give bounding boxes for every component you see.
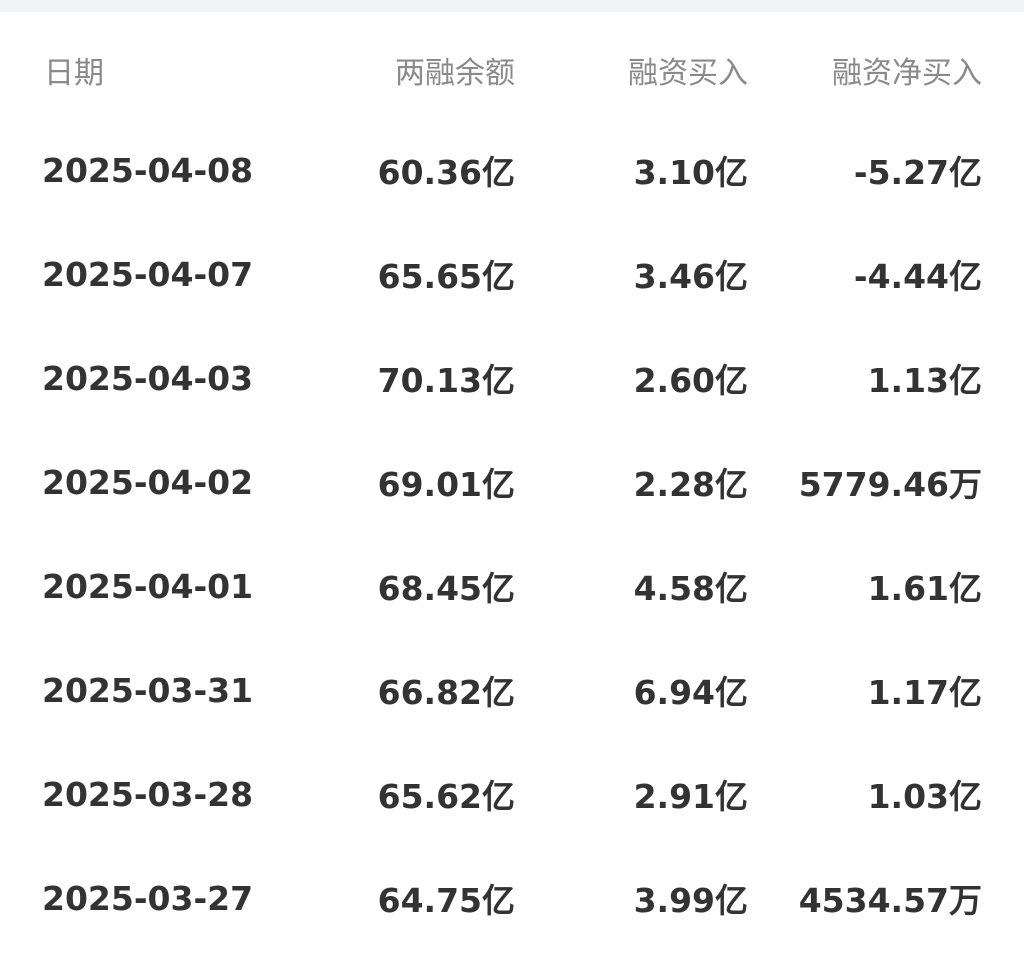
cell-date: 2025-04-02 [42, 462, 254, 502]
cell-balance: 66.82亿 [377, 673, 515, 712]
cell-financing-net-buy: 1.61亿 [867, 569, 982, 608]
cell-financing-net-buy: 1.03亿 [867, 777, 982, 816]
cell-financing-net-buy: 1.13亿 [867, 361, 982, 400]
table-row[interactable]: 2025-04-01 68.45亿 4.58亿 1.61亿 [0, 534, 1024, 638]
table-row[interactable]: 2025-04-07 65.65亿 3.46亿 -4.44亿 [0, 222, 1024, 326]
header-date[interactable]: 日期 [44, 12, 104, 118]
table-header-row: 日期 两融余额 融资买入 融资净买入 [0, 12, 1024, 118]
cell-financing-buy: 2.28亿 [633, 465, 748, 504]
header-financing-net-buy[interactable]: 融资净买入 [832, 12, 982, 118]
cell-financing-buy: 3.10亿 [633, 153, 748, 192]
cell-date: 2025-03-27 [42, 878, 254, 918]
table-row[interactable]: 2025-04-03 70.13亿 2.60亿 1.13亿 [0, 326, 1024, 430]
cell-financing-buy: 3.99亿 [633, 881, 748, 920]
table-row[interactable]: 2025-04-02 69.01亿 2.28亿 5779.46万 [0, 430, 1024, 534]
cell-balance: 69.01亿 [377, 465, 515, 504]
table-row[interactable]: 2025-03-31 66.82亿 6.94亿 1.17亿 [0, 638, 1024, 742]
table-row[interactable]: 2025-03-28 65.62亿 2.91亿 1.03亿 [0, 742, 1024, 846]
cell-date: 2025-04-01 [42, 566, 254, 606]
cell-balance: 70.13亿 [377, 361, 515, 400]
cell-balance: 65.65亿 [377, 257, 515, 296]
cell-financing-net-buy: -4.44亿 [853, 257, 982, 296]
cell-financing-buy: 2.91亿 [633, 777, 748, 816]
cell-date: 2025-04-03 [42, 358, 254, 398]
cell-date: 2025-04-08 [42, 150, 254, 190]
header-balance[interactable]: 两融余额 [395, 12, 515, 118]
cell-financing-net-buy: 1.17亿 [867, 673, 982, 712]
table-row[interactable]: 2025-03-27 64.75亿 3.99亿 4534.57万 [0, 846, 1024, 950]
cell-financing-net-buy: -5.27亿 [853, 153, 982, 192]
cell-balance: 64.75亿 [377, 881, 515, 920]
top-bar [0, 0, 1024, 12]
margin-trading-table: 日期 两融余额 融资买入 融资净买入 2025-04-08 60.36亿 3.1… [0, 12, 1024, 950]
cell-balance: 60.36亿 [377, 153, 515, 192]
cell-date: 2025-03-31 [42, 670, 254, 710]
cell-date: 2025-04-07 [42, 254, 254, 294]
cell-date: 2025-03-28 [42, 774, 254, 814]
cell-balance: 65.62亿 [377, 777, 515, 816]
cell-financing-net-buy: 4534.57万 [798, 881, 982, 920]
cell-financing-buy: 6.94亿 [633, 673, 748, 712]
header-financing-buy[interactable]: 融资买入 [628, 12, 748, 118]
table-row[interactable]: 2025-04-08 60.36亿 3.10亿 -5.27亿 [0, 118, 1024, 222]
cell-financing-net-buy: 5779.46万 [798, 465, 982, 504]
cell-financing-buy: 2.60亿 [633, 361, 748, 400]
cell-financing-buy: 4.58亿 [633, 569, 748, 608]
cell-financing-buy: 3.46亿 [633, 257, 748, 296]
cell-balance: 68.45亿 [377, 569, 515, 608]
